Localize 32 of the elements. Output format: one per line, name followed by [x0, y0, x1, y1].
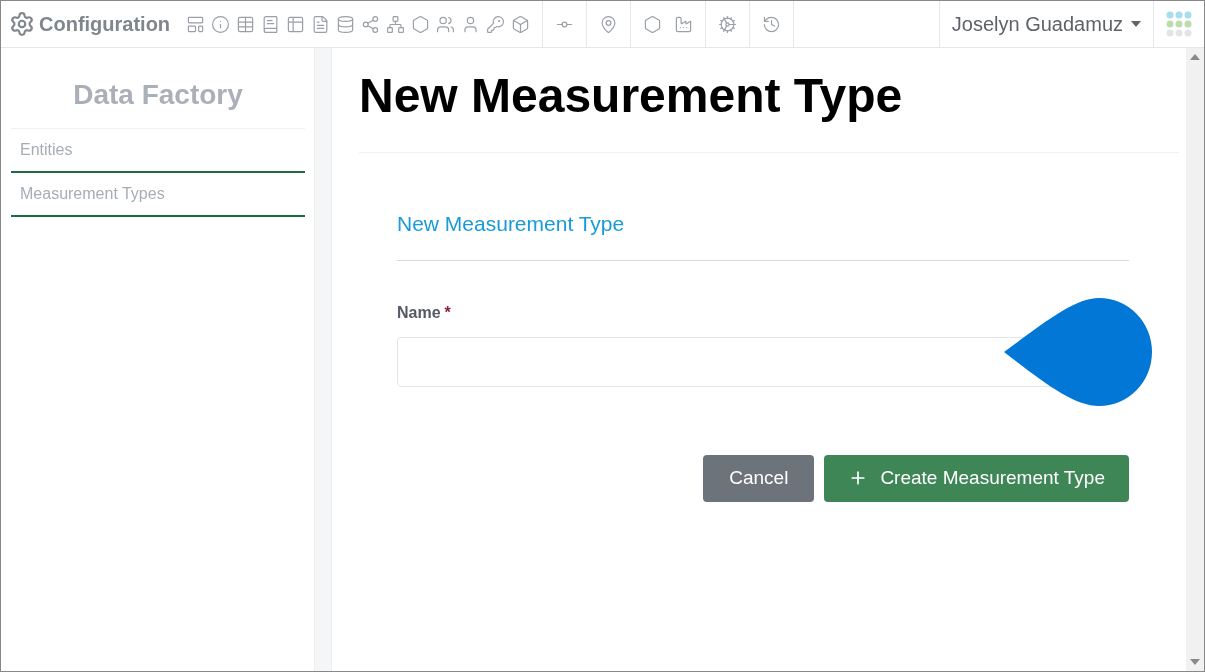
sidebar-item[interactable]: Measurement Types: [11, 173, 305, 217]
sidebar-title: Data Factory: [11, 74, 305, 129]
cancel-button[interactable]: Cancel: [703, 454, 815, 502]
share-icon[interactable]: [361, 14, 381, 34]
key-icon[interactable]: [486, 14, 506, 34]
users-icon[interactable]: [436, 14, 456, 34]
cube-icon[interactable]: [511, 14, 531, 34]
info-icon[interactable]: [211, 14, 231, 34]
hexagon-icon[interactable]: [411, 14, 431, 34]
table-icon[interactable]: [236, 14, 256, 34]
apps-grid-icon[interactable]: [1166, 11, 1192, 37]
settings-icon[interactable]: [9, 11, 35, 37]
app-title: Configuration: [39, 12, 171, 37]
layout-icon[interactable]: [186, 14, 206, 34]
history-icon[interactable]: [762, 14, 782, 34]
grid-icon[interactable]: [286, 14, 306, 34]
teardrop-pointer-icon: [1004, 298, 1152, 406]
create-button[interactable]: Create Measurement Type: [824, 454, 1129, 502]
database-icon[interactable]: [336, 14, 356, 34]
page-title: New Measurement Type: [359, 48, 1179, 153]
form-title: New Measurement Type: [397, 208, 1129, 261]
scroll-up-icon[interactable]: [1190, 54, 1200, 60]
scrollbar-track[interactable]: [1186, 48, 1204, 671]
sidebar-item[interactable]: Entities: [11, 129, 305, 173]
scroll-down-icon[interactable]: [1190, 659, 1200, 665]
required-mark: *: [444, 302, 451, 323]
caret-icon: [1131, 21, 1141, 27]
factory-icon[interactable]: [674, 14, 694, 34]
user-menu[interactable]: Joselyn Guadamuz: [938, 1, 1153, 47]
network-icon[interactable]: [386, 14, 406, 34]
field-label: Name: [397, 302, 441, 323]
hexagon-icon[interactable]: [643, 14, 663, 34]
